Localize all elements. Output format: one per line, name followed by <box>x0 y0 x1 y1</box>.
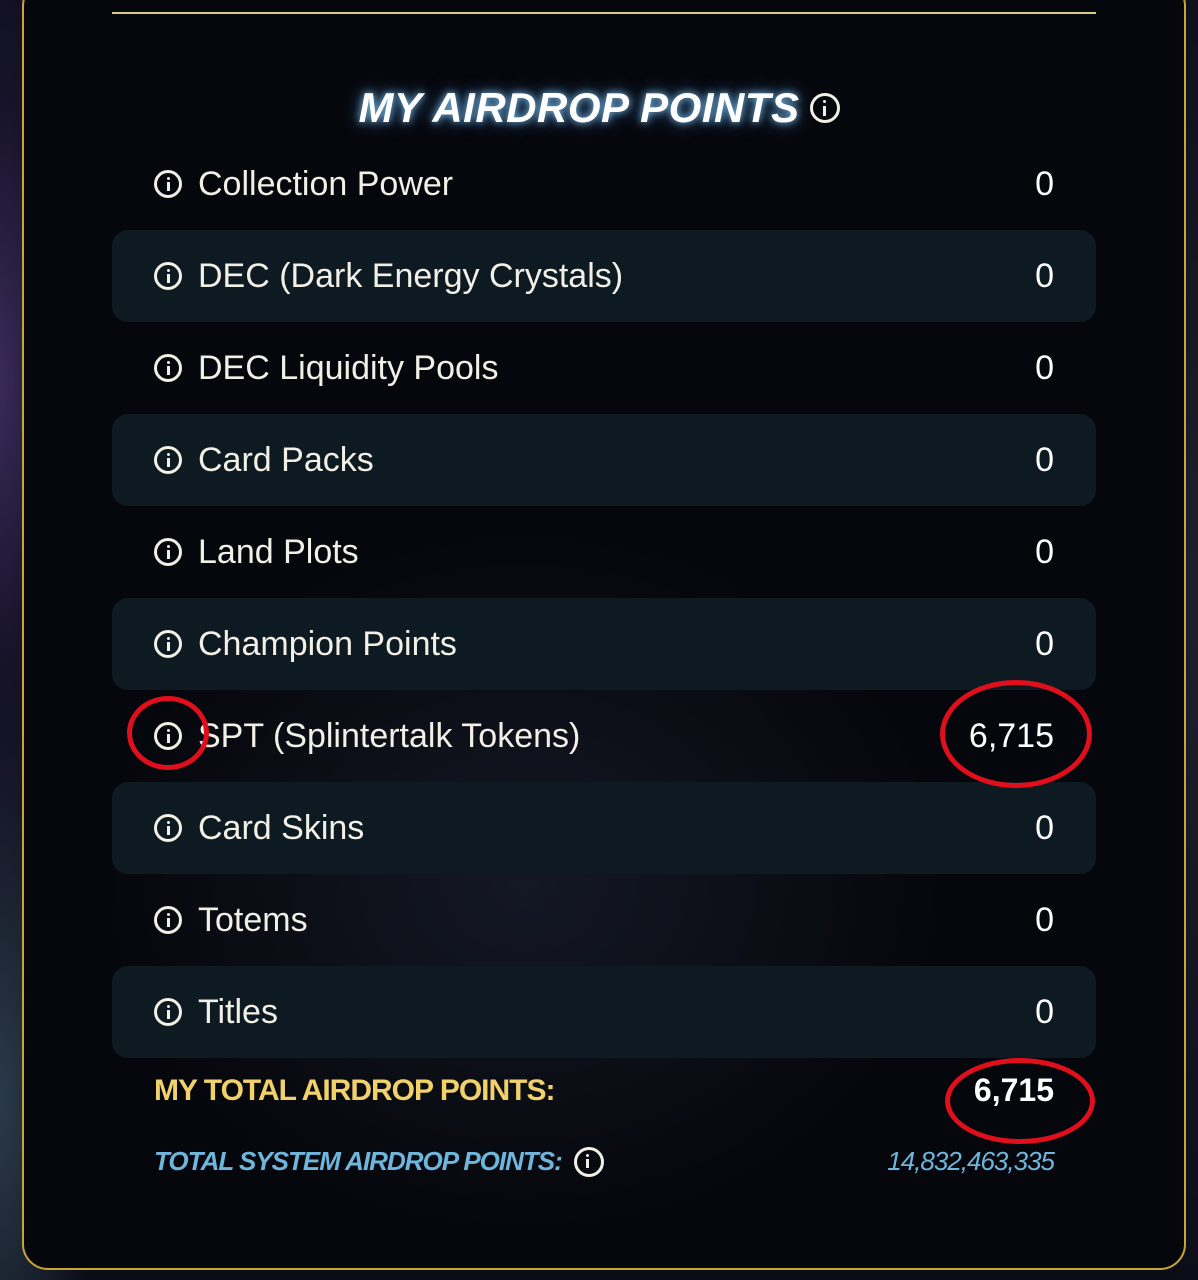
info-icon[interactable] <box>154 722 182 750</box>
system-label: TOTAL SYSTEM AIRDROP POINTS: <box>154 1146 563 1176</box>
row-value: 0 <box>1035 624 1054 663</box>
info-icon[interactable] <box>573 1146 604 1177</box>
airdrop-points-list: Collection Power 0 DEC (Dark Energy Crys… <box>112 138 1096 1058</box>
info-icon[interactable] <box>154 630 182 658</box>
list-item-champion-points: Champion Points 0 <box>112 598 1096 690</box>
panel-title: MY AIRDROP POINTS <box>358 84 800 131</box>
row-label: SPT (Splintertalk Tokens) <box>198 716 581 755</box>
panel-header: MY AIRDROP POINTS <box>0 84 1198 132</box>
row-value: 0 <box>1035 348 1054 387</box>
divider <box>112 12 1096 14</box>
row-value: 0 <box>1035 256 1054 295</box>
list-item-spt: SPT (Splintertalk Tokens) 6,715 <box>112 690 1096 782</box>
row-label: DEC Liquidity Pools <box>198 348 499 387</box>
info-icon[interactable] <box>809 93 840 123</box>
list-item-titles: Titles 0 <box>112 966 1096 1058</box>
row-value: 6,715 <box>968 716 1054 755</box>
row-value: 0 <box>1035 992 1054 1031</box>
system-label-group: TOTAL SYSTEM AIRDROP POINTS: <box>154 1146 604 1177</box>
row-value: 0 <box>1035 808 1054 847</box>
row-value: 0 <box>1035 900 1054 939</box>
row-label: DEC (Dark Energy Crystals) <box>198 256 624 295</box>
total-airdrop-points: MY TOTAL AIRDROP POINTS: 6,715 <box>154 1072 1054 1109</box>
info-icon[interactable] <box>154 538 182 566</box>
info-icon[interactable] <box>154 170 182 198</box>
info-icon[interactable] <box>154 354 182 382</box>
row-label: Card Skins <box>198 808 365 847</box>
system-value: 14,832,463,335 <box>887 1146 1055 1176</box>
info-icon[interactable] <box>154 262 182 290</box>
info-icon[interactable] <box>154 814 182 842</box>
row-label: Champion Points <box>198 624 457 663</box>
row-value: 0 <box>1035 164 1054 203</box>
system-airdrop-points: TOTAL SYSTEM AIRDROP POINTS: 14,832,463,… <box>154 1146 1055 1177</box>
list-item-collection-power: Collection Power 0 <box>112 138 1096 230</box>
info-icon[interactable] <box>154 998 182 1026</box>
list-item-card-packs: Card Packs 0 <box>112 414 1096 506</box>
row-value: 0 <box>1035 532 1054 571</box>
total-label: MY TOTAL AIRDROP POINTS: <box>154 1073 555 1107</box>
list-item-land-plots: Land Plots 0 <box>112 506 1096 598</box>
row-value: 0 <box>1035 440 1054 479</box>
row-label: Totems <box>198 900 308 939</box>
row-label: Collection Power <box>198 164 454 203</box>
list-item-totems: Totems 0 <box>112 874 1096 966</box>
total-value: 6,715 <box>973 1072 1054 1108</box>
row-label: Land Plots <box>198 532 359 571</box>
info-icon[interactable] <box>154 446 182 474</box>
list-item-card-skins: Card Skins 0 <box>112 782 1096 874</box>
list-item-dec-liquidity-pools: DEC Liquidity Pools 0 <box>112 322 1096 414</box>
list-item-dec: DEC (Dark Energy Crystals) 0 <box>112 230 1096 322</box>
row-label: Titles <box>198 992 278 1031</box>
info-icon[interactable] <box>154 906 182 934</box>
row-label: Card Packs <box>198 440 374 479</box>
